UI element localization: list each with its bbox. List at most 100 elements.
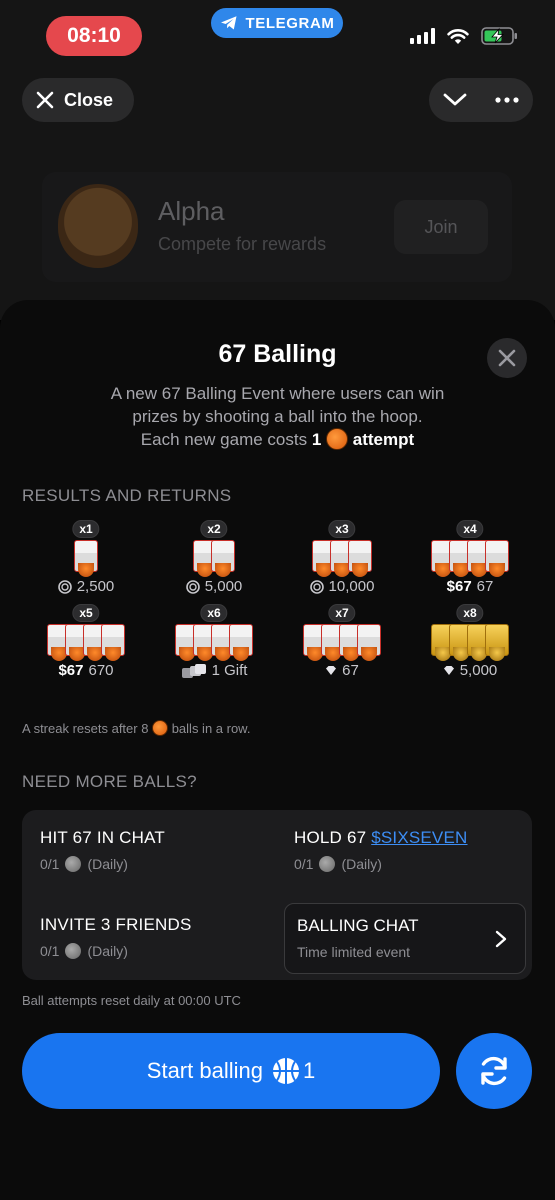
multiplier-badge: x1 [72,520,100,538]
result-item: x8 5,000 [406,604,534,688]
basketball-icon [152,720,169,736]
hoop-icon [101,624,125,661]
result-item: x7 67 [278,604,406,688]
reward-value: 5,000 [150,578,278,595]
close-icon [36,91,54,109]
telegram-label: TELEGRAM [245,14,335,32]
gift-icon [181,663,206,678]
result-item: x6 1 Gift [150,604,278,688]
coin-icon [185,579,200,594]
start-label: Start balling [146,1058,263,1083]
task-title: INVITE 3 FRIENDS [40,915,192,934]
basketball-icon [272,1058,299,1084]
result-item: x3 10,000 [278,520,406,604]
desc-line-2: prizes by shooting a ball into the hoop. [132,407,423,426]
chat-title: BALLING CHAT [297,916,419,935]
reward-amount: 2,500 [76,578,115,595]
start-count: 1 [302,1058,316,1083]
tasks-card: HIT 67 IN CHAT 0/1 (Daily) HOLD 67 $SIXS… [22,810,532,980]
multiplier-badge: x8 [456,604,484,622]
result-item: x4 $67 67 [406,520,534,604]
hoop-icon [357,624,381,661]
reward-value: 2,500 [22,578,150,595]
task-progress: 0/1 [40,856,60,872]
reward-amount: 67 [342,662,359,679]
status-time: 08:10 [46,16,142,56]
sheet-close-button[interactable] [487,338,527,378]
result-item: x1 2,500 [22,520,150,604]
reward-currency: $67 [446,578,472,595]
chevron-right-icon [495,930,507,948]
reward-amount: 10,000 [328,578,375,595]
task-title: HIT 67 IN CHAT [40,828,165,847]
bear-avatar [58,184,138,268]
task-progress: 0/1 [294,856,314,872]
multiplier-badge: x4 [456,520,484,538]
status-bar: 08:10 TELEGRAM [0,8,555,58]
coin-icon [57,579,72,594]
result-item: x2 5,000 [150,520,278,604]
refresh-button[interactable] [456,1033,532,1109]
desc-cost-post: attempt [352,430,415,449]
task-period: (Daily) [341,856,382,872]
mini-app-topbar: Close [22,78,533,122]
reward-value: $67 670 [22,662,150,679]
alpha-card: Alpha Compete for rewards Join [42,172,512,282]
task-period: (Daily) [87,943,128,959]
reward-value: 5,000 [406,662,534,679]
event-description: A new 67 Balling Event where users can w… [60,382,495,451]
result-item: x5 $67 670 [22,604,150,688]
task-title-pre: HOLD 67 [294,828,367,847]
more-balls-section-label: NEED MORE BALLS? [22,772,197,791]
reward-amount: 5,000 [204,578,243,595]
streak-pre: A streak resets after 8 [22,721,149,736]
basketball-icon [319,856,336,872]
coin-icon [309,579,324,594]
balling-chat-button[interactable]: BALLING CHAT Time limited event [284,903,526,974]
status-icons [410,26,519,46]
reset-note: Ball attempts reset daily at 00:00 UTC [22,993,241,1008]
results-section-label: RESULTS AND RETURNS [22,486,232,505]
chat-subtitle: Time limited event [297,944,411,960]
hoop-icon [485,540,509,577]
telegram-pill[interactable]: TELEGRAM [211,8,343,38]
balling-sheet: 67 Balling A new 67 Balling Event where … [0,300,555,1200]
task-invite-friends: INVITE 3 FRIENDS 0/1 (Daily) [40,915,270,959]
diamond-icon [443,666,454,675]
task-title: HOLD 67 $SIXSEVEN [294,828,524,848]
hoop-icon [211,540,235,577]
close-icon [498,349,516,367]
reward-value: 1 Gift [150,662,278,679]
basketball-icon [65,943,82,959]
sheet-title: 67 Balling [218,340,337,368]
join-button[interactable]: Join [394,200,488,254]
sixseven-link[interactable]: $SIXSEVEN [371,828,467,847]
streak-post: balls in a row. [171,721,251,736]
close-button[interactable]: Close [22,78,134,122]
chevron-down-icon[interactable] [443,93,467,107]
task-status: 0/1 (Daily) [40,943,270,959]
alpha-title: Alpha [158,196,225,226]
reward-value: $67 67 [406,578,534,595]
hoop-icon [485,624,509,661]
refresh-icon [481,1056,507,1086]
more-options-icon[interactable] [495,97,519,103]
basketball-icon [65,856,82,872]
hoop-icon [229,624,253,661]
multiplier-badge: x5 [72,604,100,622]
multiplier-badge: x7 [328,604,356,622]
task-progress: 0/1 [40,943,60,959]
reward-value: 67 [278,662,406,679]
desc-cost-pre: Each new game costs [140,430,308,449]
task-status: 0/1 (Daily) [294,856,524,872]
task-hit-67: HIT 67 IN CHAT 0/1 (Daily) [40,828,270,872]
wifi-icon [447,28,469,44]
start-balling-button[interactable]: Start balling 1 [22,1033,440,1109]
diamond-icon [326,666,337,675]
task-period: (Daily) [87,856,128,872]
reward-amount: 1 Gift [211,662,248,679]
reward-amount: 67 [476,578,494,595]
multiplier-badge: x2 [200,520,228,538]
menu-pill [429,78,533,122]
streak-note: A streak resets after 8 balls in a row. [22,720,250,736]
